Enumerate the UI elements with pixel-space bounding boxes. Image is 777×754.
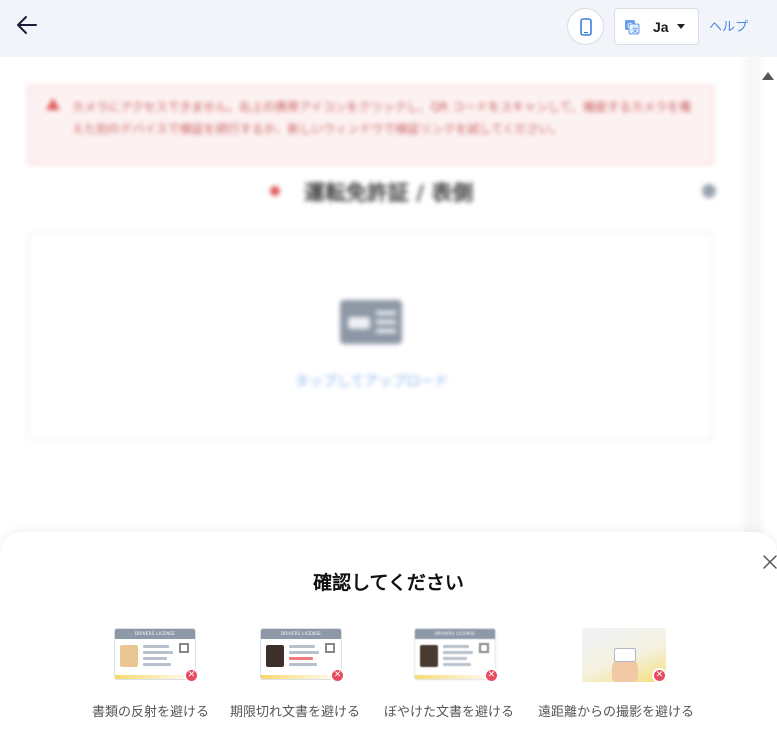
language-select[interactable]: G 文 Ja xyxy=(614,8,699,45)
switch-device-button[interactable] xyxy=(567,8,604,45)
card-header: DRIVERS LICENSE xyxy=(415,629,495,639)
card-header: DRIVERS LICENSE xyxy=(115,629,195,639)
id-card-icon xyxy=(340,300,402,344)
back-button[interactable] xyxy=(14,12,40,38)
error-badge-icon: ✕ xyxy=(652,668,667,683)
chevron-down-icon xyxy=(676,24,685,29)
upload-text: タップしてアップロード xyxy=(294,374,449,390)
camera-error-alert: カメラにアクセスできません。右上の携帯アイコンをクリックし、QR コードをスキャ… xyxy=(27,85,714,165)
tip-label: 期限切れ文書を避ける xyxy=(230,705,361,720)
tip-label: ぼやけた文書を避ける xyxy=(384,705,515,720)
alert-message: カメラにアクセスできません。右上の携帯アイコンをクリックし、QR コードをスキャ… xyxy=(72,100,692,136)
tip-label: 遠距離からの撮影を避ける xyxy=(538,705,695,720)
tips-list: DRIVERS LICENSE ✕ 書類の反射を避ける DRIVERS LICE… xyxy=(80,628,720,738)
arrow-left-icon xyxy=(17,16,37,34)
error-badge-icon: ✕ xyxy=(184,668,199,683)
tip-avoid-expired: DRIVERS LICENSE ✕ 期限切れ文書を避ける xyxy=(230,628,380,728)
warning-icon xyxy=(46,98,60,110)
language-value: Ja xyxy=(653,18,669,35)
tips-bottom-sheet: 確認してください DRIVERS LICENSE ✕ 書類の反射を避ける DRI… xyxy=(0,532,777,754)
document-title-row: 運転免許証 / 表側 xyxy=(0,177,740,207)
upload-area[interactable]: タップしてアップロード xyxy=(27,233,714,440)
required-indicator xyxy=(270,186,280,196)
tip-avoid-far-distance: ✕ 遠距離からの撮影を避ける xyxy=(536,628,720,728)
top-header: G 文 Ja ヘルプ xyxy=(0,0,777,57)
scroll-up-arrow-icon[interactable] xyxy=(762,72,774,80)
help-link[interactable]: ヘルプ xyxy=(709,16,748,35)
svg-text:文: 文 xyxy=(632,26,638,34)
error-badge-icon: ✕ xyxy=(330,668,345,683)
sheet-title: 確認してください xyxy=(313,572,464,594)
document-title: 運転免許証 / 表側 xyxy=(304,181,474,205)
error-badge-icon: ✕ xyxy=(484,668,499,683)
tip-avoid-blurry: DRIVERS LICENSE ✕ ぼやけた文書を避ける xyxy=(380,628,540,728)
card-header: DRIVERS LICENSE xyxy=(261,629,341,639)
smartphone-icon xyxy=(579,17,592,36)
info-icon[interactable] xyxy=(702,184,716,198)
tip-label: 書類の反射を避ける xyxy=(92,705,210,720)
translate-icon: G 文 xyxy=(625,19,640,34)
tip-avoid-glare: DRIVERS LICENSE ✕ 書類の反射を避ける xyxy=(80,628,230,728)
